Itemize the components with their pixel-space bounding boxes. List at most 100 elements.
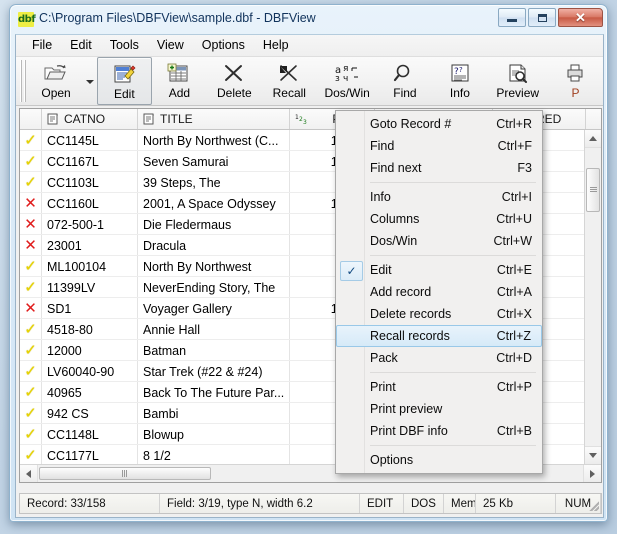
menu-item-find[interactable]: FindCtrl+F [336,135,542,157]
arrow-up-icon [589,136,597,141]
toolbar-button-recall[interactable]: Recall [262,57,317,105]
cell-catno[interactable]: SD1 [42,298,138,318]
cell-title[interactable]: North By Northwest (C... [138,130,290,150]
menu-item-add-record[interactable]: Add recordCtrl+A [336,281,542,303]
cell-title[interactable]: 8 1/2 [138,445,290,464]
menu-item-columns[interactable]: ColumnsCtrl+U [336,208,542,230]
check-icon: ✓ [24,406,37,421]
toolbar-button-find[interactable]: Find [377,57,432,105]
cell-title[interactable]: Bambi [138,403,290,423]
menu-options[interactable]: Options [193,36,254,55]
cell-catno[interactable]: 4518-80 [42,319,138,339]
menu-file[interactable]: File [23,36,61,55]
cell-title[interactable]: Voyager Gallery [138,298,290,318]
toolbar-button-open[interactable]: Open [29,57,84,105]
grid-header-label: TITLE [160,112,284,126]
arrow-left-icon [26,470,31,478]
cell-title[interactable]: 39 Steps, The [138,172,290,192]
menu-help[interactable]: Help [254,36,298,55]
row-status-active-icon: ✓ [20,403,42,423]
text-field-icon [47,113,59,125]
check-icon: ✓ [24,259,37,274]
check-icon: ✓ [24,364,37,379]
cell-title[interactable]: Batman [138,340,290,360]
cell-title[interactable]: Blowup [138,424,290,444]
menu-item-label: Columns [370,212,496,226]
menu-item-recall-records[interactable]: Recall recordsCtrl+Z [336,325,542,347]
toolbar-button-info[interactable]: ? ? Info [432,57,487,105]
cell-title[interactable]: 2001, A Space Odyssey [138,193,290,213]
toolbar-grip[interactable] [19,60,27,102]
scroll-up-button[interactable] [585,130,601,148]
menu-item-pack[interactable]: PackCtrl+D [336,347,542,369]
vertical-scroll-thumb[interactable] [586,168,600,212]
menu-view[interactable]: View [148,36,193,55]
menu-edit[interactable]: Edit [61,36,101,55]
menu-item-delete-records[interactable]: Delete recordsCtrl+X [336,303,542,325]
menu-item-dos-win[interactable]: Dos/WinCtrl+W [336,230,542,252]
menu-item-info[interactable]: InfoCtrl+I [336,186,542,208]
menu-item-print-dbf-info[interactable]: Print DBF infoCtrl+B [336,420,542,442]
cell-catno[interactable]: 23001 [42,235,138,255]
cell-title[interactable]: North By Northwest [138,256,290,276]
menu-item-options[interactable]: Options [336,449,542,471]
grid-header-catno[interactable]: CATNO [42,109,138,129]
toolbar-button-preview[interactable]: Preview [487,57,548,105]
toolbar: Open [16,57,603,106]
grid-header-title[interactable]: TITLE [138,109,290,129]
grid-vertical-scrollbar[interactable] [584,130,601,464]
cell-title[interactable]: NeverEnding Story, The [138,277,290,297]
menu-item-print[interactable]: PrintCtrl+P [336,376,542,398]
minimize-button[interactable] [498,8,526,27]
menu-item-edit[interactable]: ✓EditCtrl+E [336,259,542,281]
cell-catno[interactable]: CC1145L [42,130,138,150]
menu-bar: File Edit Tools View Options Help [16,35,603,57]
cell-catno[interactable]: 942 CS [42,403,138,423]
menu-item-goto-record[interactable]: Goto Record #Ctrl+R [336,113,542,135]
cell-title[interactable]: Dracula [138,235,290,255]
cell-catno[interactable]: 40965 [42,382,138,402]
cell-title[interactable]: Seven Samurai [138,151,290,171]
scroll-left-button[interactable] [20,465,38,482]
menu-item-label: Goto Record # [370,117,496,131]
cell-catno[interactable]: CC1103L [42,172,138,192]
toolbar-button-doswin[interactable]: a я з ч Dos/Win [317,57,378,105]
cell-catno[interactable]: CC1177L [42,445,138,464]
cell-title[interactable]: Star Trek (#22 & #24) [138,361,290,381]
cell-title[interactable]: Back To The Future Par... [138,382,290,402]
scroll-right-button[interactable] [583,465,601,482]
cell-catno[interactable]: LV60040-90 [42,361,138,381]
toolbar-button-edit[interactable]: Edit [97,57,152,105]
cell-catno[interactable]: CC1148L [42,424,138,444]
horizontal-scroll-thumb[interactable] [39,467,211,480]
close-button[interactable]: ✕ [558,8,603,27]
scroll-down-button[interactable] [585,446,601,464]
cell-catno[interactable]: 12000 [42,340,138,360]
row-status-active-icon: ✓ [20,361,42,381]
status-memo-size: 25 Kb [476,494,556,513]
window-title: C:\Program Files\DBFView\sample.dbf - DB… [39,11,316,25]
dbf-app-icon: dbf [18,12,34,27]
menu-item-find-next[interactable]: Find nextF3 [336,157,542,179]
cell-catno[interactable]: CC1167L [42,151,138,171]
menu-item-label: Print [370,380,497,394]
toolbar-button-delete[interactable]: Delete [207,57,262,105]
menu-tools[interactable]: Tools [101,36,148,55]
cell-catno[interactable]: ML100104 [42,256,138,276]
menu-separator [370,372,536,373]
cell-catno[interactable]: CC1160L [42,193,138,213]
cell-title[interactable]: Annie Hall [138,319,290,339]
resize-grip-icon[interactable] [587,499,599,511]
check-icon: ✓ [24,133,37,148]
menu-item-print-preview[interactable]: Print preview [336,398,542,420]
grid-header-flag[interactable] [20,109,42,129]
open-dropdown-arrow-button[interactable] [84,57,97,105]
row-status-active-icon: ✓ [20,151,42,171]
toolbar-button-print[interactable]: P [548,57,603,105]
cell-catno[interactable]: 11399LV [42,277,138,297]
maximize-button[interactable] [528,8,556,27]
title-bar[interactable]: dbf C:\Program Files\DBFView\sample.dbf … [10,5,607,34]
toolbar-button-add[interactable]: Add [152,57,207,105]
cell-title[interactable]: Die Fledermaus [138,214,290,234]
cell-catno[interactable]: 072-500-1 [42,214,138,234]
